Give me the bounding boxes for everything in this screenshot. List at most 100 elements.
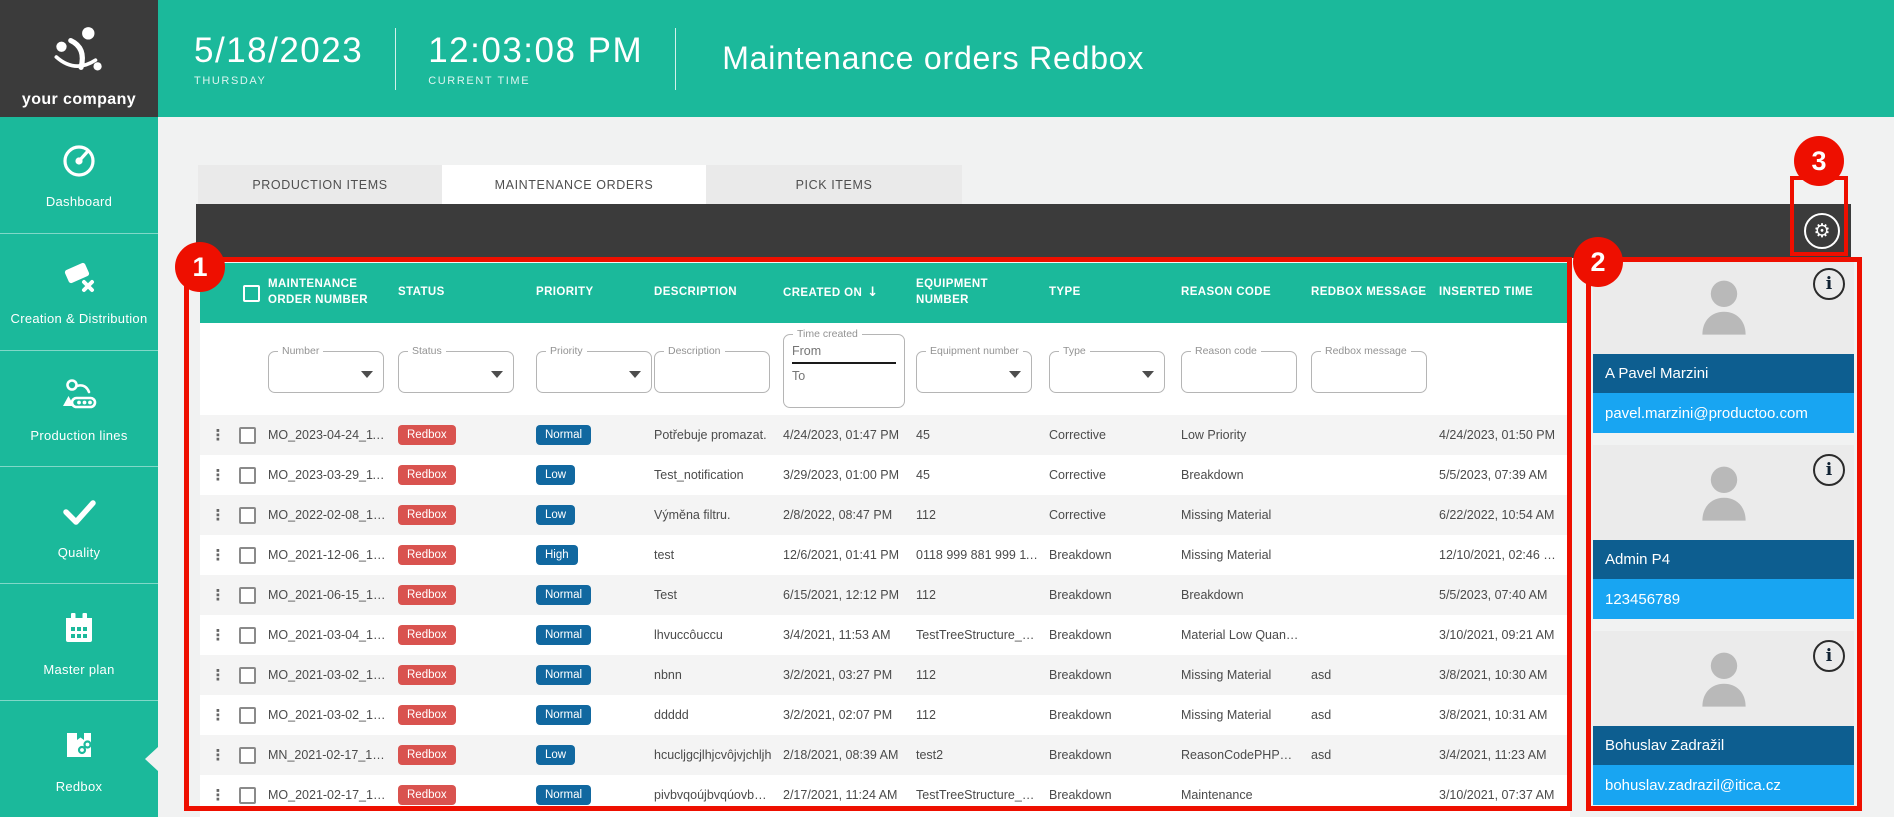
filter-description-field[interactable]: Description — [654, 345, 770, 393]
row-menu-icon[interactable]: ⋮ — [200, 586, 236, 604]
column-header-reason-code[interactable]: REASON CODE — [1181, 285, 1311, 301]
sidebar-item[interactable]: Creation & Distribution — [0, 234, 158, 351]
row-menu-icon[interactable]: ⋮ — [200, 426, 236, 444]
contact-info-button[interactable]: i — [1813, 640, 1845, 672]
filter-reason-code-input[interactable] — [1190, 359, 1288, 373]
filter-reason-code-field[interactable]: Reason code — [1181, 345, 1297, 393]
chevron-down-icon[interactable] — [361, 371, 373, 378]
row-checkbox[interactable] — [239, 747, 256, 764]
contact-info-button[interactable]: i — [1813, 268, 1845, 300]
cell-description: lhvuccôuccu — [654, 628, 783, 642]
table-row[interactable]: ⋮ MO_2023-04-24_11:47:46 Redbox Normal P… — [200, 415, 1570, 455]
sidebar-item[interactable]: Dashboard — [0, 117, 158, 234]
cell-reason-code: Missing Material — [1181, 708, 1311, 722]
column-header-priority[interactable]: PRIORITY — [536, 285, 654, 301]
row-menu-icon[interactable]: ⋮ — [200, 626, 236, 644]
filter-priority-dropdown[interactable]: Priority — [536, 345, 652, 393]
cell-status: Redbox — [398, 785, 536, 805]
row-menu-icon[interactable]: ⋮ — [200, 546, 236, 564]
table-row[interactable]: ⋮ MO_2023-03-29_11:00:... Redbox Low Tes… — [200, 455, 1570, 495]
column-header-redbox-message[interactable]: REDBOX MESSAGE — [1311, 285, 1439, 301]
sort-descending-icon[interactable]: ↓ — [867, 285, 878, 300]
production-line-icon — [59, 374, 99, 414]
cell-priority: Normal — [536, 785, 654, 805]
row-checkbox[interactable] — [239, 427, 256, 444]
row-menu-icon[interactable]: ⋮ — [200, 706, 236, 724]
filter-type-dropdown[interactable]: Type — [1049, 345, 1165, 393]
table-row[interactable]: ⋮ MN_2021-02-17_10:17:39 Redbox Low hcuc… — [200, 735, 1570, 775]
table-row[interactable]: ⋮ MO_2021-06-15_10:12:27 Redbox Normal T… — [200, 575, 1570, 615]
sidebar-item[interactable]: Master plan — [0, 584, 158, 701]
row-menu-icon[interactable]: ⋮ — [200, 786, 236, 804]
row-checkbox[interactable] — [239, 587, 256, 604]
column-header-equipment-number[interactable]: EQUIPMENT NUMBER — [916, 277, 1049, 308]
cell-description: Potřebuje promazat. — [654, 428, 783, 442]
cell-inserted-time: 3/8/2021, 10:31 AM — [1439, 708, 1570, 722]
column-header-type[interactable]: TYPE — [1049, 285, 1181, 301]
top-header-main: 5/18/2023 THURSDAY 12:03:08 PM CURRENT T… — [158, 0, 1144, 117]
row-checkbox[interactable] — [239, 547, 256, 564]
row-checkbox[interactable] — [239, 507, 256, 524]
table-row[interactable]: ⋮ MO_2021-12-06_12:41:13 Redbox High tes… — [200, 535, 1570, 575]
filter-time-to-input[interactable] — [792, 364, 896, 388]
row-menu-icon[interactable]: ⋮ — [200, 506, 236, 524]
row-checkbox[interactable] — [239, 467, 256, 484]
sidebar-item[interactable]: Production lines — [0, 351, 158, 468]
filter-description-input[interactable] — [663, 359, 761, 373]
cell-equipment-number: 112 — [916, 708, 1049, 722]
tab[interactable]: PRODUCTION ITEMS — [198, 165, 442, 204]
filter-redbox-message-input[interactable] — [1320, 359, 1418, 373]
row-menu-icon[interactable]: ⋮ — [200, 466, 236, 484]
tab[interactable]: PICK ITEMS — [706, 165, 962, 204]
sidebar-item-label: Creation & Distribution — [7, 311, 152, 326]
filter-time-created-field[interactable]: Time created — [783, 328, 905, 408]
table-row[interactable]: ⋮ MO_2021-03-02_14:27:55 Redbox Normal n… — [200, 655, 1570, 695]
filter-status-dropdown[interactable]: Status — [398, 345, 514, 393]
chevron-down-icon[interactable] — [629, 371, 641, 378]
chevron-down-icon[interactable] — [1009, 371, 1021, 378]
contact-avatar-area: i — [1593, 445, 1854, 540]
column-header-inserted-time[interactable]: INSERTED TIME — [1439, 285, 1570, 301]
avatar — [1688, 271, 1760, 343]
app-window: your company 5/18/2023 THURSDAY 12:03:08… — [0, 0, 1894, 817]
contact-info-button[interactable]: i — [1813, 454, 1845, 486]
row-checkbox[interactable] — [239, 627, 256, 644]
row-checkbox[interactable] — [239, 707, 256, 724]
header-divider — [675, 28, 676, 90]
cell-equipment-number: 45 — [916, 428, 1049, 442]
chevron-down-icon[interactable] — [491, 371, 503, 378]
select-all-checkbox[interactable] — [243, 285, 260, 302]
column-header-status[interactable]: STATUS — [398, 285, 536, 301]
row-checkbox[interactable] — [239, 787, 256, 804]
cell-order-number: MO_2023-03-29_11:00:... — [268, 468, 398, 482]
row-menu-icon[interactable]: ⋮ — [200, 746, 236, 764]
cell-order-number: MO_2021-03-02_13:07:25 — [268, 708, 398, 722]
row-menu-icon[interactable]: ⋮ — [200, 666, 236, 684]
column-header-order-number[interactable]: MAINTENANCE ORDER NUMBER — [268, 277, 398, 308]
cell-order-number: MO_2021-02-17_10:24:55 — [268, 788, 398, 802]
filter-time-from-input[interactable] — [792, 340, 896, 364]
sidebar-item[interactable]: Redbox — [0, 701, 158, 817]
table-row[interactable]: ⋮ MO_2021-02-17_10:24:55 Redbox Normal p… — [200, 775, 1570, 815]
company-logo[interactable]: your company — [0, 0, 158, 117]
filter-number-dropdown[interactable]: Number — [268, 345, 384, 393]
settings-button[interactable]: ⚙ — [1804, 213, 1840, 249]
cell-type: Breakdown — [1049, 788, 1181, 802]
column-header-created-on[interactable]: CREATED ON↓ — [783, 284, 916, 302]
column-header-description[interactable]: DESCRIPTION — [654, 285, 783, 301]
cell-inserted-time: 6/22/2022, 10:54 AM — [1439, 508, 1570, 522]
contact-detail: 123456789 — [1593, 579, 1854, 619]
cell-status: Redbox — [398, 465, 536, 485]
priority-badge: Low — [536, 745, 575, 765]
table-row[interactable]: ⋮ MO_2021-03-04_10:53:01 Redbox Normal l… — [200, 615, 1570, 655]
table-row[interactable]: ⋮ MO_2021-03-02_13:07:25 Redbox Normal d… — [200, 695, 1570, 735]
table-row[interactable]: ⋮ MO_2022-02-08_19:47:... Redbox Low Vým… — [200, 495, 1570, 535]
row-checkbox[interactable] — [239, 667, 256, 684]
chevron-down-icon[interactable] — [1142, 371, 1154, 378]
contacts-panel: i A Pavel Marzini pavel.marzini@producto… — [1593, 259, 1854, 817]
cell-status: Redbox — [398, 665, 536, 685]
sidebar-item[interactable]: Quality — [0, 467, 158, 584]
filter-redbox-message-field[interactable]: Redbox message — [1311, 345, 1427, 393]
filter-equipment-dropdown[interactable]: Equipment number — [916, 345, 1032, 393]
tab[interactable]: MAINTENANCE ORDERS — [442, 165, 706, 204]
